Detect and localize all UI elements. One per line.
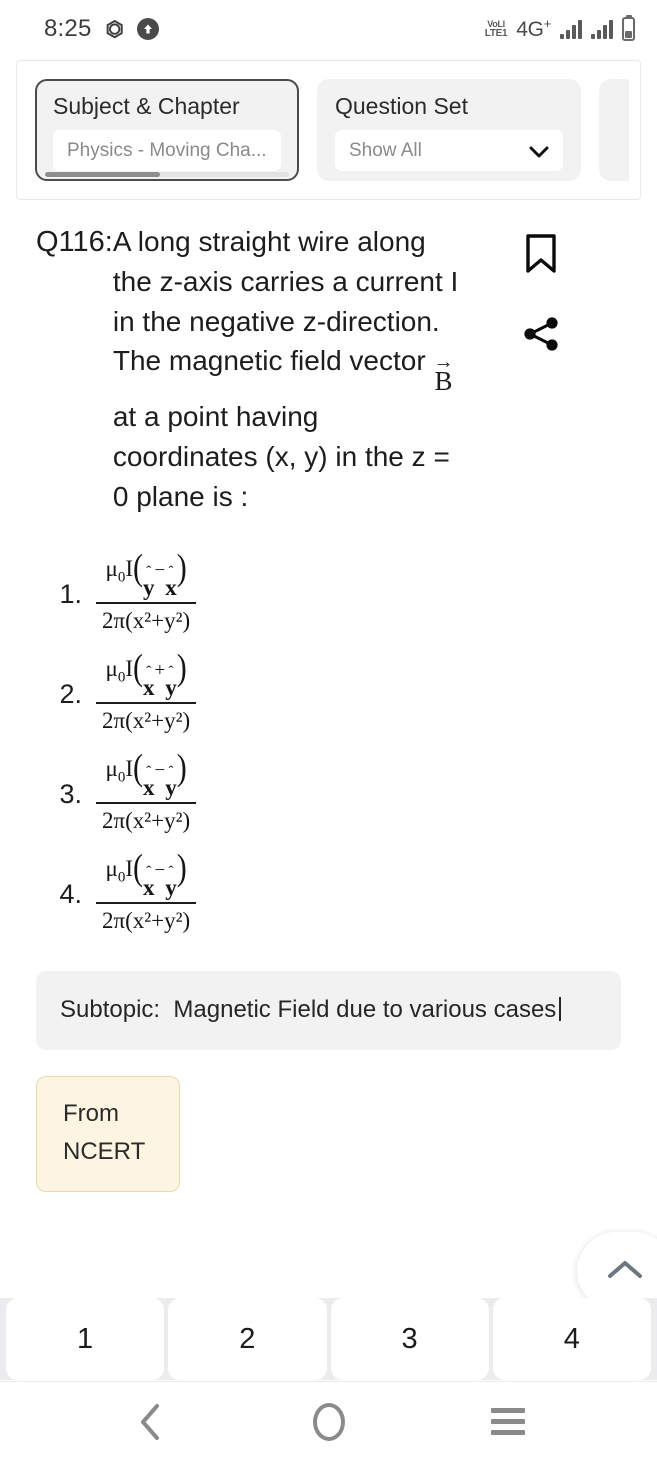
subtopic-value: Magnetic Field due to various cases	[173, 995, 557, 1023]
option-4[interactable]: 4. μ0I(̂x−̂y) 2π(x²+y²)	[36, 845, 629, 945]
status-bar-left: 8:25 ⏣	[44, 15, 159, 43]
option-3-formula: μ0I(̂x−̂y) 2π(x²+y²)	[96, 747, 197, 836]
answer-button-1[interactable]: 1	[6, 1298, 165, 1380]
android-nav-bar	[0, 1381, 657, 1461]
ncert-line-1: From	[63, 1099, 119, 1127]
network-type-label: 4G+	[516, 16, 551, 41]
option-3-denominator: 2π(x²+y²)	[102, 808, 191, 833]
filter-title-subject-chapter: Subject & Chapter	[53, 93, 240, 119]
share-icon[interactable]	[522, 315, 560, 358]
question-line-2: the z-axis carries a current I	[112, 265, 459, 297]
volte-icon: VoLl LTE1	[484, 19, 508, 39]
subtopic-label: Subtopic:	[60, 995, 161, 1023]
filter-strip[interactable]: Subject & Chapter Physics - Moving Cha..…	[16, 60, 641, 200]
option-2[interactable]: 2. μ0I(̂x+̂y) 2π(x²+y²)	[36, 645, 629, 745]
option-4-number: 4.	[59, 879, 82, 909]
options-list: 1. μ0I(̂y−̂x) 2π(x²+y²) 2. μ0I(̂x+̂y) 2π…	[36, 517, 629, 945]
option-1-denominator: 2π(x²+y²)	[102, 608, 191, 633]
phone-screen: 8:25 ⏣ VoLl LTE1 4G+ Subject & Chapter P…	[0, 0, 657, 1461]
filter-card-scrollbar-thumb[interactable]	[45, 172, 160, 177]
option-2-numerator: μ0I(̂x+̂y)	[105, 647, 187, 700]
chevron-up-icon	[607, 1258, 643, 1285]
vector-b-symbol: → B	[433, 351, 454, 397]
filter-card-scrollbar[interactable]	[45, 172, 289, 177]
home-circle-icon[interactable]	[294, 1387, 364, 1457]
battery-icon	[622, 17, 635, 41]
question-block: Q116: A long straight wire along the z-a…	[0, 200, 657, 945]
question-line-6: coordinates (x, y) in the z =	[112, 441, 450, 472]
option-3[interactable]: 3. μ0I(̂x−̂y) 2π(x²+y²)	[36, 745, 629, 845]
answer-options-bar: 1 2 3 4	[0, 1298, 657, 1380]
recents-menu-icon[interactable]	[473, 1387, 543, 1457]
signal-bars-icon	[560, 19, 582, 39]
bookmark-icon[interactable]	[525, 234, 557, 279]
chevron-down-icon[interactable]	[529, 145, 549, 157]
question-action-icons	[506, 222, 576, 358]
option-4-formula: μ0I(̂x−̂y) 2π(x²+y²)	[96, 847, 197, 936]
question-line-4: The magnetic field vector → B	[112, 345, 454, 397]
option-1-number: 1.	[59, 579, 82, 609]
status-bar: 8:25 ⏣ VoLl LTE1 4G+	[0, 0, 657, 58]
answer-button-2[interactable]: 2	[168, 1298, 327, 1380]
option-4-denominator: 2π(x²+y²)	[102, 908, 191, 933]
back-chevron-icon[interactable]	[115, 1387, 185, 1457]
answer-button-4[interactable]: 4	[492, 1298, 651, 1380]
option-1-formula: μ0I(̂y−̂x) 2π(x²+y²)	[96, 547, 197, 636]
text-caret	[559, 996, 562, 1021]
ncert-line-2: NCERT	[63, 1138, 146, 1166]
filter-card-subject-chapter[interactable]: Subject & Chapter Physics - Moving Cha..…	[35, 79, 299, 181]
question-set-value-label: Show All	[349, 139, 422, 161]
option-3-number: 3.	[59, 779, 82, 809]
status-bar-right: VoLl LTE1 4G+	[485, 16, 635, 42]
filter-value-subject-chapter[interactable]: Physics - Moving Cha...	[53, 130, 281, 171]
option-1[interactable]: 1. μ0I(̂y−̂x) 2π(x²+y²)	[36, 545, 629, 645]
from-ncert-badge[interactable]: From NCERT	[36, 1075, 181, 1193]
filter-card-next-partial[interactable]	[599, 79, 629, 181]
filter-title-question-set: Question Set	[335, 93, 468, 119]
option-4-numerator: μ0I(̂x−̂y)	[105, 847, 187, 900]
option-2-number: 2.	[59, 679, 82, 709]
option-2-formula: μ0I(̂x+̂y) 2π(x²+y²)	[96, 647, 197, 736]
filter-card-question-set[interactable]: Question Set Show All	[317, 79, 581, 181]
question-number: Q116:	[36, 226, 113, 258]
option-3-numerator: μ0I(̂x−̂y)	[105, 747, 187, 800]
option-2-denominator: 2π(x²+y²)	[102, 708, 191, 733]
question-text-wrap: Q116: A long straight wire along the z-a…	[36, 222, 506, 517]
filter-value-label: Physics - Moving Cha...	[67, 139, 267, 161]
question-text: A long straight wire along the z-axis ca…	[113, 222, 458, 517]
question-line-7: 0 plane is :	[112, 480, 249, 512]
question-line-3: in the negative z-direction.	[112, 305, 440, 337]
subtopic-box: Subtopic: Magnetic Field due to various …	[36, 970, 621, 1050]
volte-bottom-label: LTE1	[484, 27, 508, 39]
m-icon: ⏣	[105, 17, 124, 41]
signal-bars-icon	[591, 19, 613, 39]
upload-circle-icon	[136, 18, 159, 40]
option-1-numerator: μ0I(̂y−̂x)	[105, 547, 187, 600]
answer-button-3[interactable]: 3	[330, 1298, 489, 1380]
status-time: 8:25	[44, 15, 92, 42]
question-set-dropdown[interactable]: Show All	[335, 130, 563, 171]
question-line-5: at a point having	[112, 401, 319, 433]
question-line-1: A long straight wire along	[112, 226, 426, 257]
